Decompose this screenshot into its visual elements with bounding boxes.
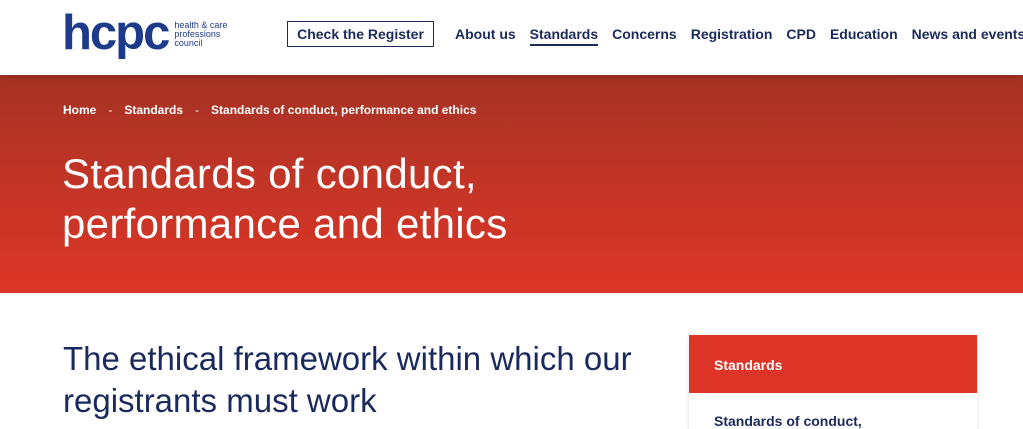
nav-standards[interactable]: Standards [529, 26, 599, 46]
nav-registration[interactable]: Registration [691, 26, 773, 42]
side-panel-link-standards-conduct[interactable]: Standards of conduct, [689, 393, 977, 429]
logo-text: health & care professions council [174, 19, 227, 48]
hcpc-logo[interactable]: hcpc health & care professions council [62, 6, 227, 60]
nav-concerns[interactable]: Concerns [612, 26, 677, 42]
site-header: hcpc health & care professions council C… [0, 0, 1023, 75]
breadcrumb-home[interactable]: Home [63, 103, 96, 117]
logo-mark: hcpc [62, 6, 170, 60]
logo-text-line3: council [174, 37, 203, 48]
nav-education[interactable]: Education [830, 26, 898, 42]
breadcrumb: Home - Standards - Standards of conduct,… [63, 103, 476, 117]
breadcrumb-separator: - [195, 103, 200, 117]
breadcrumb-standards[interactable]: Standards [124, 103, 183, 117]
breadcrumb-separator: - [108, 103, 113, 117]
page-title: Standards of conduct, performance and et… [62, 150, 508, 247]
main-nav: About us Standards Concerns Registration… [455, 26, 1023, 46]
section-heading: The ethical framework within which our r… [63, 340, 632, 419]
breadcrumb-current: Standards of conduct, performance and et… [211, 103, 477, 117]
side-panel-header: Standards [689, 335, 977, 393]
nav-about-us[interactable]: About us [455, 26, 516, 42]
nav-news-and-events[interactable]: News and events [912, 26, 1023, 42]
check-register-button[interactable]: Check the Register [287, 21, 434, 47]
hero-banner: Home - Standards - Standards of conduct,… [0, 75, 1023, 293]
nav-cpd[interactable]: CPD [786, 26, 816, 42]
standards-side-panel: Standards Standards of conduct, [689, 335, 977, 429]
